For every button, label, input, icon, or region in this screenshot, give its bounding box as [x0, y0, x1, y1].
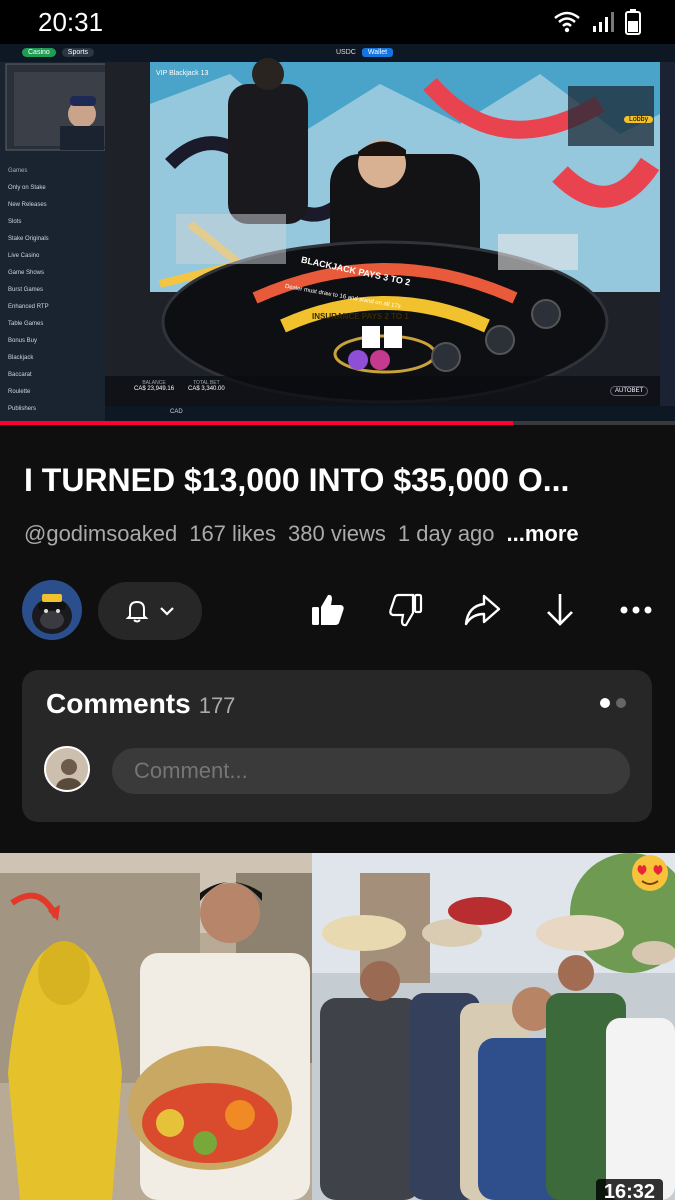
like-button[interactable] — [306, 588, 350, 632]
share-icon — [464, 594, 501, 626]
subscribe-bell-button[interactable] — [98, 582, 202, 640]
sidebar-item[interactable]: Enhanced RTP — [8, 304, 103, 321]
comments-count: 177 — [198, 693, 236, 718]
site-tab-sports[interactable]: Sports — [61, 48, 95, 57]
download-icon — [547, 594, 573, 626]
more-icon — [620, 606, 652, 614]
comment-input[interactable] — [112, 748, 630, 794]
autobet-button[interactable]: AUTOBET — [610, 386, 649, 396]
battery-icon — [625, 9, 641, 35]
dislike-icon — [389, 593, 423, 627]
comments-card[interactable]: Comments 177 — [22, 670, 652, 822]
lobby-button[interactable]: Lobby — [624, 116, 654, 123]
view-count: 380 views — [288, 521, 386, 546]
video-player[interactable]: Casino Sports USDC Wallet VIP Blackjack … — [0, 44, 675, 425]
user-avatar — [44, 746, 90, 792]
chevron-down-icon — [160, 607, 174, 616]
balance-value: CA$ 23,949.16 — [134, 386, 175, 392]
sidebar-item[interactable]: Table Games — [8, 321, 103, 338]
sidebar-item[interactable]: Roulette — [8, 389, 103, 406]
upload-age: 1 day ago — [397, 521, 495, 546]
video-duration-badge: 16:32 — [595, 1179, 663, 1200]
video-meta: @godimsoaked 167 likes 380 views 1 day a… — [24, 521, 579, 547]
sidebar-item[interactable]: New Releases — [8, 202, 103, 219]
insurance-text: INSURANCE PAYS 2 TO 1 — [312, 312, 409, 321]
sidebar-item[interactable]: Burst Games — [8, 287, 103, 304]
wifi-icon — [554, 11, 580, 33]
sidebar-item[interactable]: Stake Originals — [8, 236, 103, 253]
download-button[interactable] — [538, 588, 582, 632]
signal-icon — [593, 12, 614, 32]
more-link[interactable]: ...more — [507, 521, 579, 547]
currency-selector[interactable]: USDC — [336, 49, 356, 56]
like-icon — [312, 594, 344, 625]
sidebar-item: Games — [8, 168, 28, 174]
action-row — [22, 580, 662, 642]
table-title: VIP Blackjack 13 — [156, 70, 209, 77]
sidebar-item[interactable]: Only on Stake — [8, 185, 103, 202]
comments-label: Comments — [46, 688, 191, 719]
comments-pager — [600, 698, 626, 708]
sidebar-item[interactable]: Blackjack — [8, 355, 103, 372]
more-options-button[interactable] — [614, 588, 658, 632]
gorilla-avatar-icon — [22, 580, 82, 640]
wallet-button[interactable]: Wallet — [361, 48, 394, 57]
channel-handle[interactable]: @godimsoaked — [24, 521, 177, 547]
next-video-thumbnail[interactable]: 16:32 — [0, 853, 675, 1200]
video-progress-bar[interactable] — [0, 421, 675, 425]
video-title[interactable]: I TURNED $13,000 INTO $35,000 O... — [24, 462, 654, 499]
sidebar-item[interactable]: Game Shows — [8, 270, 103, 287]
currency-footer[interactable]: CAD — [170, 409, 183, 415]
channel-avatar[interactable] — [22, 580, 82, 640]
share-button[interactable] — [460, 588, 504, 632]
comments-header: Comments 177 — [46, 688, 235, 720]
balance-readout: BALANCE CA$ 23,949.16 TOTAL BET CA$ 3,34… — [134, 380, 225, 392]
sidebar-item[interactable]: Live Casino — [8, 253, 103, 270]
bell-icon — [125, 600, 149, 623]
sidebar-item[interactable]: Bonus Buy — [8, 338, 103, 355]
total-bet-value: CA$ 3,340.00 — [188, 386, 225, 392]
sidebar-item[interactable]: Slots — [8, 219, 103, 236]
status-bar: 20:31 — [0, 0, 675, 44]
like-count: 167 likes — [189, 521, 277, 546]
sidebar-item[interactable]: Baccarat — [8, 372, 103, 389]
site-tab-casino[interactable]: Casino — [22, 48, 56, 57]
status-time: 20:31 — [38, 6, 104, 37]
dislike-button[interactable] — [384, 588, 428, 632]
video-progress-fill — [0, 421, 513, 425]
thumbnail-image — [0, 853, 675, 1200]
video-sidebar: Games Only on Stake New Releases Slots S… — [8, 168, 103, 423]
status-icons — [553, 9, 641, 35]
